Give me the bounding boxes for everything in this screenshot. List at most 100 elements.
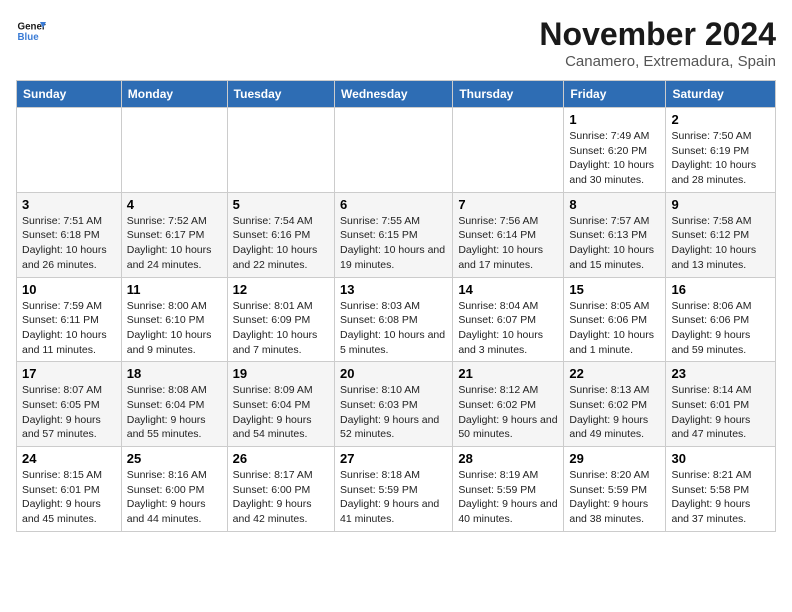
day-number: 23 <box>671 366 770 381</box>
day-info: Sunrise: 7:59 AM Sunset: 6:11 PM Dayligh… <box>22 299 116 358</box>
day-info: Sunrise: 7:52 AM Sunset: 6:17 PM Dayligh… <box>127 214 222 273</box>
day-info: Sunrise: 8:18 AM Sunset: 5:59 PM Dayligh… <box>340 468 447 527</box>
day-number: 14 <box>458 282 558 297</box>
day-info: Sunrise: 8:15 AM Sunset: 6:01 PM Dayligh… <box>22 468 116 527</box>
header-saturday: Saturday <box>666 81 776 108</box>
day-info: Sunrise: 8:06 AM Sunset: 6:06 PM Dayligh… <box>671 299 770 358</box>
calendar-cell: 24 Sunrise: 8:15 AM Sunset: 6:01 PM Dayli… <box>17 447 122 532</box>
calendar-cell: 26 Sunrise: 8:17 AM Sunset: 6:00 PM Dayli… <box>227 447 334 532</box>
day-number: 1 <box>569 112 660 127</box>
day-info: Sunrise: 7:54 AM Sunset: 6:16 PM Dayligh… <box>233 214 329 273</box>
calendar-week-4: 17 Sunrise: 8:07 AM Sunset: 6:05 PM Dayli… <box>17 362 776 447</box>
calendar-cell: 11Sunrise: 8:00 AM Sunset: 6:10 PM Dayli… <box>121 277 227 362</box>
calendar-cell: 15Sunrise: 8:05 AM Sunset: 6:06 PM Dayli… <box>564 277 666 362</box>
day-number: 8 <box>569 197 660 212</box>
day-info: Sunrise: 8:10 AM Sunset: 6:03 PM Dayligh… <box>340 383 447 442</box>
calendar-cell: 30Sunrise: 8:21 AM Sunset: 5:58 PM Dayli… <box>666 447 776 532</box>
calendar-cell: 1 Sunrise: 7:49 AM Sunset: 6:20 PM Daylig… <box>564 108 666 193</box>
day-number: 6 <box>340 197 447 212</box>
day-info: Sunrise: 8:16 AM Sunset: 6:00 PM Dayligh… <box>127 468 222 527</box>
calendar-cell: 6 Sunrise: 7:55 AM Sunset: 6:15 PM Daylig… <box>335 192 453 277</box>
calendar-cell: 16 Sunrise: 8:06 AM Sunset: 6:06 PM Dayli… <box>666 277 776 362</box>
day-number: 27 <box>340 451 447 466</box>
calendar-cell: 4 Sunrise: 7:52 AM Sunset: 6:17 PM Daylig… <box>121 192 227 277</box>
header-wednesday: Wednesday <box>335 81 453 108</box>
day-number: 26 <box>233 451 329 466</box>
day-number: 19 <box>233 366 329 381</box>
day-number: 3 <box>22 197 116 212</box>
day-info: Sunrise: 8:14 AM Sunset: 6:01 PM Dayligh… <box>671 383 770 442</box>
calendar-cell <box>227 108 334 193</box>
day-number: 22 <box>569 366 660 381</box>
calendar-cell: 20 Sunrise: 8:10 AM Sunset: 6:03 PM Dayli… <box>335 362 453 447</box>
day-number: 12 <box>233 282 329 297</box>
calendar-cell <box>453 108 564 193</box>
day-number: 16 <box>671 282 770 297</box>
day-number: 4 <box>127 197 222 212</box>
calendar-cell: 22Sunrise: 8:13 AM Sunset: 6:02 PM Dayli… <box>564 362 666 447</box>
day-info: Sunrise: 8:12 AM Sunset: 6:02 PM Dayligh… <box>458 383 558 442</box>
day-number: 13 <box>340 282 447 297</box>
day-number: 17 <box>22 366 116 381</box>
day-info: Sunrise: 7:49 AM Sunset: 6:20 PM Dayligh… <box>569 129 660 188</box>
day-number: 24 <box>22 451 116 466</box>
calendar-cell: 2 Sunrise: 7:50 AM Sunset: 6:19 PM Daylig… <box>666 108 776 193</box>
calendar-cell: 21Sunrise: 8:12 AM Sunset: 6:02 PM Dayli… <box>453 362 564 447</box>
day-info: Sunrise: 8:17 AM Sunset: 6:00 PM Dayligh… <box>233 468 329 527</box>
calendar-header-row: SundayMondayTuesdayWednesdayThursdayFrid… <box>17 81 776 108</box>
calendar-cell: 25Sunrise: 8:16 AM Sunset: 6:00 PM Dayli… <box>121 447 227 532</box>
day-number: 28 <box>458 451 558 466</box>
calendar-cell: 17 Sunrise: 8:07 AM Sunset: 6:05 PM Dayli… <box>17 362 122 447</box>
day-info: Sunrise: 7:58 AM Sunset: 6:12 PM Dayligh… <box>671 214 770 273</box>
page-header: General Blue November 2024 Canamero, Ext… <box>16 16 776 70</box>
day-info: Sunrise: 7:57 AM Sunset: 6:13 PM Dayligh… <box>569 214 660 273</box>
logo: General Blue <box>16 16 46 46</box>
calendar-cell: 10Sunrise: 7:59 AM Sunset: 6:11 PM Dayli… <box>17 277 122 362</box>
calendar-table: SundayMondayTuesdayWednesdayThursdayFrid… <box>16 80 776 532</box>
calendar-cell: 18 Sunrise: 8:08 AM Sunset: 6:04 PM Dayli… <box>121 362 227 447</box>
day-number: 2 <box>671 112 770 127</box>
day-info: Sunrise: 7:56 AM Sunset: 6:14 PM Dayligh… <box>458 214 558 273</box>
header-monday: Monday <box>121 81 227 108</box>
day-info: Sunrise: 8:08 AM Sunset: 6:04 PM Dayligh… <box>127 383 222 442</box>
day-info: Sunrise: 8:20 AM Sunset: 5:59 PM Dayligh… <box>569 468 660 527</box>
day-number: 30 <box>671 451 770 466</box>
header-tuesday: Tuesday <box>227 81 334 108</box>
calendar-cell <box>17 108 122 193</box>
day-number: 9 <box>671 197 770 212</box>
day-number: 5 <box>233 197 329 212</box>
day-info: Sunrise: 8:03 AM Sunset: 6:08 PM Dayligh… <box>340 299 447 358</box>
day-number: 29 <box>569 451 660 466</box>
day-info: Sunrise: 8:04 AM Sunset: 6:07 PM Dayligh… <box>458 299 558 358</box>
day-number: 18 <box>127 366 222 381</box>
calendar-cell: 7 Sunrise: 7:56 AM Sunset: 6:14 PM Daylig… <box>453 192 564 277</box>
day-info: Sunrise: 7:55 AM Sunset: 6:15 PM Dayligh… <box>340 214 447 273</box>
day-number: 20 <box>340 366 447 381</box>
calendar-cell: 14 Sunrise: 8:04 AM Sunset: 6:07 PM Dayli… <box>453 277 564 362</box>
calendar-cell: 12 Sunrise: 8:01 AM Sunset: 6:09 PM Dayli… <box>227 277 334 362</box>
day-info: Sunrise: 8:05 AM Sunset: 6:06 PM Dayligh… <box>569 299 660 358</box>
location-subtitle: Canamero, Extremadura, Spain <box>539 53 776 70</box>
calendar-cell: 8 Sunrise: 7:57 AM Sunset: 6:13 PM Daylig… <box>564 192 666 277</box>
day-info: Sunrise: 8:01 AM Sunset: 6:09 PM Dayligh… <box>233 299 329 358</box>
day-number: 7 <box>458 197 558 212</box>
month-title: November 2024 <box>539 16 776 53</box>
calendar-cell: 23 Sunrise: 8:14 AM Sunset: 6:01 PM Dayli… <box>666 362 776 447</box>
calendar-week-2: 3Sunrise: 7:51 AM Sunset: 6:18 PM Daylig… <box>17 192 776 277</box>
calendar-cell: 28Sunrise: 8:19 AM Sunset: 5:59 PM Dayli… <box>453 447 564 532</box>
calendar-cell <box>335 108 453 193</box>
day-info: Sunrise: 8:00 AM Sunset: 6:10 PM Dayligh… <box>127 299 222 358</box>
day-info: Sunrise: 7:50 AM Sunset: 6:19 PM Dayligh… <box>671 129 770 188</box>
calendar-cell: 29 Sunrise: 8:20 AM Sunset: 5:59 PM Dayli… <box>564 447 666 532</box>
header-sunday: Sunday <box>17 81 122 108</box>
calendar-week-5: 24 Sunrise: 8:15 AM Sunset: 6:01 PM Dayli… <box>17 447 776 532</box>
calendar-week-1: 1 Sunrise: 7:49 AM Sunset: 6:20 PM Daylig… <box>17 108 776 193</box>
logo-icon: General Blue <box>16 16 46 46</box>
svg-text:Blue: Blue <box>18 32 40 43</box>
day-info: Sunrise: 8:07 AM Sunset: 6:05 PM Dayligh… <box>22 383 116 442</box>
calendar-cell: 13 Sunrise: 8:03 AM Sunset: 6:08 PM Dayli… <box>335 277 453 362</box>
calendar-cell: 3Sunrise: 7:51 AM Sunset: 6:18 PM Daylig… <box>17 192 122 277</box>
calendar-cell: 27 Sunrise: 8:18 AM Sunset: 5:59 PM Dayli… <box>335 447 453 532</box>
header-friday: Friday <box>564 81 666 108</box>
day-info: Sunrise: 8:09 AM Sunset: 6:04 PM Dayligh… <box>233 383 329 442</box>
